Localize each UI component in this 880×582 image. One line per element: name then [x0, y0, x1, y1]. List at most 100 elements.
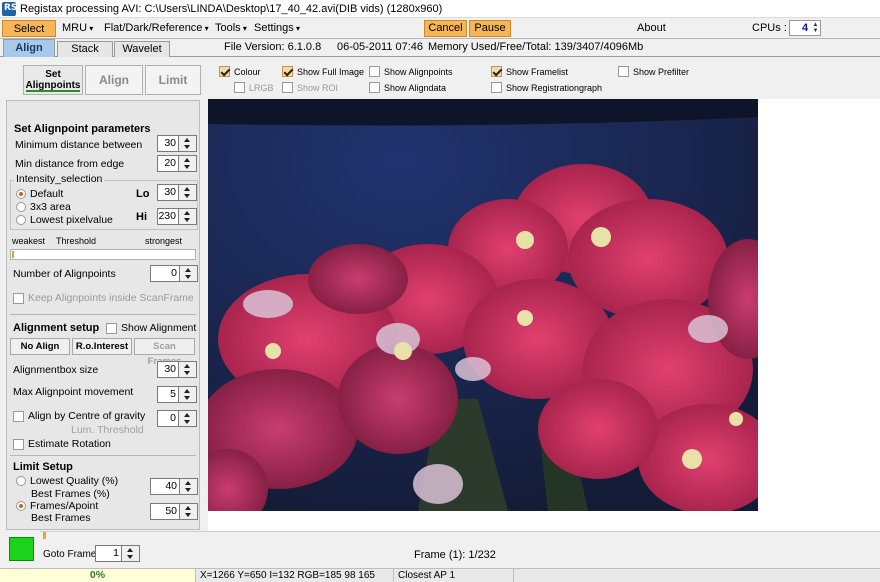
frames-apoint-radio[interactable]: Frames/Apoint [16, 500, 98, 512]
show-aligndata-checkbox[interactable]: Show Aligndata [369, 82, 446, 93]
settings-label: Settings [254, 22, 294, 34]
frames-apoint-value: 50 [165, 505, 177, 517]
flat-dark-reference-menu[interactable]: Flat/Dark/Reference ▾ [104, 20, 209, 37]
show-alignpoints-checkbox[interactable]: Show Alignpoints [369, 66, 453, 77]
align-button[interactable]: Align [85, 65, 143, 95]
show-alignment-checkbox[interactable]: Show Alignment [106, 322, 196, 334]
spinner-icon[interactable] [178, 185, 196, 200]
spinner-icon[interactable] [178, 387, 196, 402]
cpus-select[interactable]: 4 ▲ ▼ [789, 20, 821, 36]
spinner-icon[interactable] [179, 479, 197, 494]
default-radio[interactable]: Default [16, 188, 63, 200]
checkbox-box [282, 66, 293, 77]
keep-inside-checkbox[interactable]: Keep Alignpoints inside ScanFrame [13, 292, 194, 304]
threshold-slider[interactable] [10, 249, 196, 260]
bottom-bar: Goto Frame 1 Frame (1): 1/232 [0, 539, 880, 567]
mru-label: MRU [62, 22, 88, 34]
frame-scrubber[interactable] [40, 531, 880, 540]
min-dist-between-input[interactable]: 30 [157, 135, 197, 152]
tab-stack[interactable]: Stack [57, 41, 113, 57]
menu-bar: Select MRU ▾ Flat/Dark/Reference ▾ Tools… [0, 18, 880, 39]
tab-align[interactable]: Align [3, 39, 55, 57]
show-roi-checkbox[interactable]: Show ROI [282, 82, 338, 93]
lowest-quality-radio[interactable]: Lowest Quality (%) [16, 475, 118, 487]
show-full-image-label: Show Full Image [297, 66, 365, 77]
settings-menu[interactable]: Settings ▾ [254, 20, 300, 37]
spinner-icon[interactable] [179, 504, 197, 519]
status-bar: 0% X=1266 Y=650 I=132 RGB=185 98 165 Clo… [0, 568, 880, 582]
spinner-icon[interactable] [178, 411, 196, 426]
show-alignpoints-label: Show Alignpoints [384, 66, 453, 77]
spinner-icon[interactable] [178, 136, 196, 151]
spinner-icon[interactable] [178, 209, 196, 224]
alignbox-size-value: 30 [164, 363, 176, 375]
lowest-quality-input[interactable]: 40 [150, 478, 198, 495]
hi-input[interactable]: 230 [157, 208, 197, 225]
area3x3-radio[interactable]: 3x3 area [16, 201, 71, 213]
hi-label: Hi [136, 211, 147, 223]
best-frames-pct-label: Best Frames (%) [31, 488, 110, 500]
lo-input[interactable]: 30 [157, 184, 197, 201]
colour-checkbox[interactable]: Colour [219, 66, 261, 77]
checkbox-box [491, 66, 502, 77]
checkbox-box [13, 410, 24, 422]
alignbox-size-input[interactable]: 30 [157, 361, 197, 378]
num-alignpoints-value: 0 [171, 267, 177, 279]
min-dist-edge-value: 20 [164, 157, 176, 169]
show-framelist-checkbox[interactable]: Show Framelist [491, 66, 568, 77]
align-cog-input[interactable]: 0 [157, 410, 197, 427]
checkbox-box [369, 82, 380, 93]
max-ap-movement-input[interactable]: 5 [157, 386, 197, 403]
show-registrationgraph-checkbox[interactable]: Show Registrationgraph [491, 82, 602, 93]
checkbox-box [13, 292, 24, 304]
show-full-image-checkbox[interactable]: Show Full Image [282, 66, 364, 77]
limit-setup-header: Limit Setup [13, 461, 73, 473]
max-ap-movement-label: Max Alignpoint movement [13, 386, 134, 398]
spinner-icon[interactable] [121, 546, 139, 561]
align-cog-checkbox[interactable]: Align by Centre of gravity [13, 410, 145, 422]
goto-frame-label: Goto Frame [43, 549, 97, 560]
frames-apoint-input[interactable]: 50 [150, 503, 198, 520]
lowest-pixel-radio[interactable]: Lowest pixelvalue [16, 214, 113, 226]
closest-ap: Closest AP 1 [394, 569, 514, 582]
flower-photo [208, 99, 758, 511]
pause-button[interactable]: Pause [469, 20, 511, 37]
mru-menu[interactable]: MRU ▾ [62, 20, 93, 37]
checkbox-box [369, 66, 380, 77]
num-alignpoints-input[interactable]: 0 [150, 265, 198, 282]
show-prefilter-checkbox[interactable]: Show Prefilter [618, 66, 689, 77]
spinner-icon[interactable] [178, 362, 196, 377]
spinner-icon[interactable] [179, 266, 197, 281]
cancel-button[interactable]: Cancel [424, 20, 467, 37]
no-align-button[interactable]: No Align [10, 338, 70, 355]
min-dist-edge-input[interactable]: 20 [157, 155, 197, 172]
alignpoint-panel: Set Alignpoint parameters Minimum distan… [6, 100, 200, 530]
status-indicator [9, 537, 34, 561]
intensity-selection-label: Intensity_selection [14, 173, 105, 185]
divider [10, 455, 196, 456]
frame-image[interactable] [208, 99, 758, 511]
area3x3-label: 3x3 area [30, 201, 71, 213]
min-dist-edge-label: Min distance from edge [15, 158, 125, 170]
scan-frames-button[interactable]: Scan Frames [134, 338, 195, 367]
estimate-rotation-checkbox[interactable]: Estimate Rotation [13, 438, 111, 450]
cpus-value: 4 [802, 22, 809, 34]
about-menu[interactable]: About [637, 20, 666, 37]
lrgb-label: LRGB [249, 82, 274, 93]
hi-value: 230 [158, 210, 176, 222]
tab-wavelet[interactable]: Wavelet [114, 41, 170, 57]
spinner-icon: ▲ ▼ [812, 22, 819, 34]
ro-interest-button[interactable]: R.o.Interest [72, 338, 132, 355]
select-menu[interactable]: Select [2, 20, 56, 37]
slider-thumb[interactable] [12, 251, 14, 258]
goto-frame-input[interactable]: 1 [95, 545, 140, 562]
window-title: Registax processing AVI: C:\Users\LINDA\… [20, 3, 443, 15]
lum-threshold-label: Lum. Threshold [71, 424, 144, 436]
set-alignpoints-button[interactable]: Set Alignpoints [23, 65, 83, 95]
limit-button[interactable]: Limit [145, 65, 201, 95]
show-prefilter-label: Show Prefilter [633, 66, 690, 77]
lrgb-checkbox[interactable]: LRGB [234, 82, 274, 93]
spinner-icon[interactable] [178, 156, 196, 171]
chevron-down-icon: ▾ [293, 24, 300, 33]
tools-menu[interactable]: Tools ▾ [215, 20, 247, 37]
